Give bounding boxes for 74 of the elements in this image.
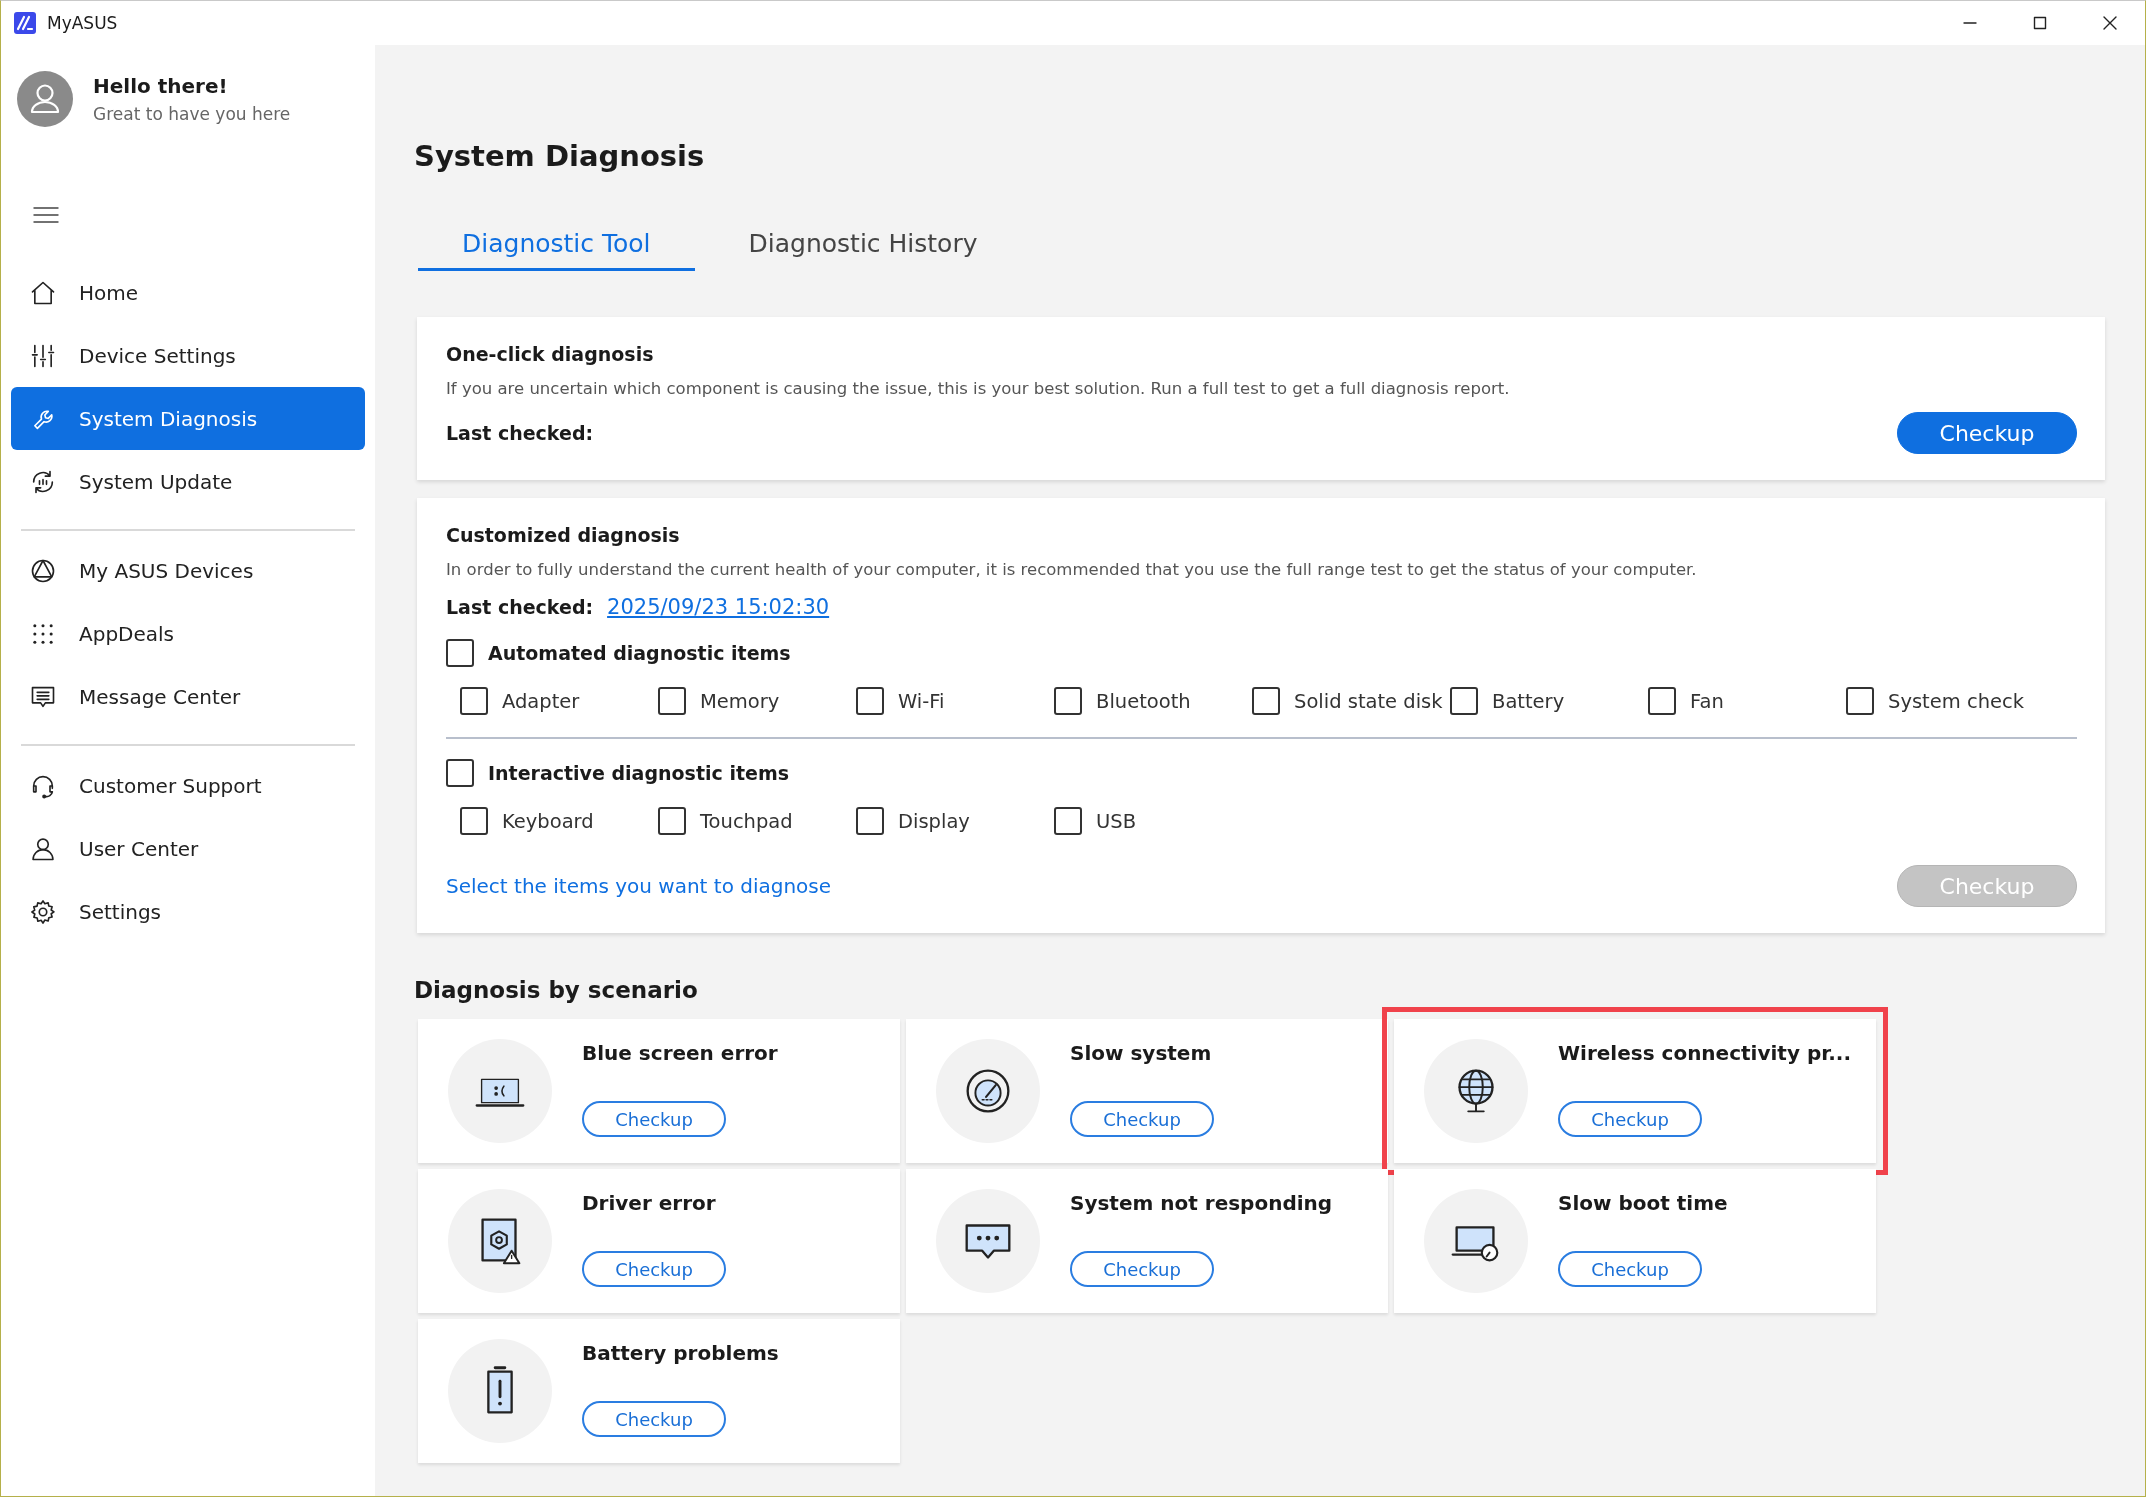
checkbox[interactable] xyxy=(1450,687,1478,715)
checkup-button[interactable]: Checkup xyxy=(1070,1101,1214,1137)
checkbox-label: Wi-Fi xyxy=(898,689,945,713)
checkbox[interactable] xyxy=(658,807,686,835)
section-title: Diagnosis by scenario xyxy=(414,977,698,1003)
checkbox-label: USB xyxy=(1096,809,1137,833)
checkbox-label: System check xyxy=(1888,689,2024,713)
tab[interactable]: Diagnostic Tool xyxy=(418,229,695,271)
last-checked-link[interactable]: 2025/09/23 15:02:30 xyxy=(607,595,830,619)
page-title: System Diagnosis xyxy=(413,139,705,173)
checkbox-label: Fan xyxy=(1690,689,1724,713)
checkbox-label: Memory xyxy=(700,689,780,713)
checkup-button[interactable]: Checkup xyxy=(582,1251,726,1287)
checkbox[interactable] xyxy=(856,807,884,835)
sidebar-item[interactable]: My ASUS Devices xyxy=(11,539,365,602)
menu-icon[interactable] xyxy=(33,205,59,225)
card-description: In order to fully understand the current health of your computer, it is recommended that you use the full range test to get the status of your computer. xyxy=(446,560,1698,579)
maximize-icon[interactable] xyxy=(2031,14,2049,32)
checkup-button[interactable]: Checkup xyxy=(1070,1251,1214,1287)
last-checked-label: Last checked: xyxy=(446,422,594,444)
checkbox[interactable] xyxy=(856,687,884,715)
checkbox[interactable] xyxy=(446,759,474,787)
sidebar-item[interactable]: AppDeals xyxy=(11,602,365,665)
sidebar-item[interactable]: System Update xyxy=(11,450,365,513)
checkbox[interactable] xyxy=(1648,687,1676,715)
tab[interactable]: Diagnostic History xyxy=(704,229,1022,271)
avatar-icon xyxy=(17,71,73,127)
checkbox[interactable] xyxy=(1846,687,1874,715)
scenario-title: Blue screen error xyxy=(582,1041,778,1065)
checkbox-label: Keyboard xyxy=(502,809,594,833)
checkbox-label: Battery xyxy=(1492,689,1565,713)
checkbox[interactable] xyxy=(658,687,686,715)
select-items-link[interactable]: Select the items you want to diagnose xyxy=(446,874,832,898)
card-title: One-click diagnosis xyxy=(446,343,654,365)
checkbox[interactable] xyxy=(1252,687,1280,715)
greeting-subtitle: Great to have you here xyxy=(93,104,291,124)
sidebar-item[interactable]: Device Settings xyxy=(11,324,365,387)
scenario-title: System not responding xyxy=(1070,1191,1333,1215)
checkbox[interactable] xyxy=(460,807,488,835)
sidebar-item[interactable]: Home xyxy=(11,261,365,324)
greeting-text: Hello there! xyxy=(93,74,229,98)
window-title: MyASUS xyxy=(47,13,119,33)
checkup-button[interactable]: Checkup xyxy=(1897,412,2077,454)
settings-icon xyxy=(29,897,57,926)
card-title: Customized diagnosis xyxy=(446,524,680,546)
sidebar-item[interactable]: User Center xyxy=(11,817,365,880)
checkup-button[interactable]: Checkup xyxy=(1558,1251,1702,1287)
checkup-button[interactable]: Checkup xyxy=(582,1401,726,1437)
checkup-button[interactable]: Checkup xyxy=(1558,1101,1702,1137)
sidebar-item[interactable]: Message Center xyxy=(11,665,365,728)
scenario-title: Slow boot time xyxy=(1558,1191,1728,1215)
close-icon[interactable] xyxy=(2101,14,2119,32)
checkbox[interactable] xyxy=(446,639,474,667)
last-checked-label: Last checked: xyxy=(446,596,594,618)
group-label: Interactive diagnostic items xyxy=(488,762,789,784)
checkup-button[interactable]: Checkup xyxy=(582,1101,726,1137)
card-description: If you are uncertain which component is causing the issue, this is your best solution. Run a full test to get a full diagnosis report. xyxy=(446,379,1511,398)
sidebar-item[interactable]: Settings xyxy=(11,880,365,943)
sidebar-item[interactable]: Customer Support xyxy=(11,754,365,817)
app-logo-icon xyxy=(13,11,37,35)
checkbox-label: Adapter xyxy=(502,689,580,713)
scenario-title: Driver error xyxy=(582,1191,716,1215)
checkbox-label: Bluetooth xyxy=(1096,689,1191,713)
checkbox-label: Solid state disk xyxy=(1294,689,1443,713)
scenario-title: Slow system xyxy=(1070,1041,1212,1065)
checkbox[interactable] xyxy=(1054,687,1082,715)
scenario-title: Battery problems xyxy=(582,1341,779,1365)
sidebar-item[interactable]: System Diagnosis xyxy=(11,387,365,450)
checkbox-label: Display xyxy=(898,809,970,833)
group-label: Automated diagnostic items xyxy=(488,642,791,664)
checkbox-label: Touchpad xyxy=(700,809,793,833)
scenario-title: Wireless connectivity pr... xyxy=(1558,1041,1852,1065)
checkbox[interactable] xyxy=(1054,807,1082,835)
checkbox[interactable] xyxy=(460,687,488,715)
